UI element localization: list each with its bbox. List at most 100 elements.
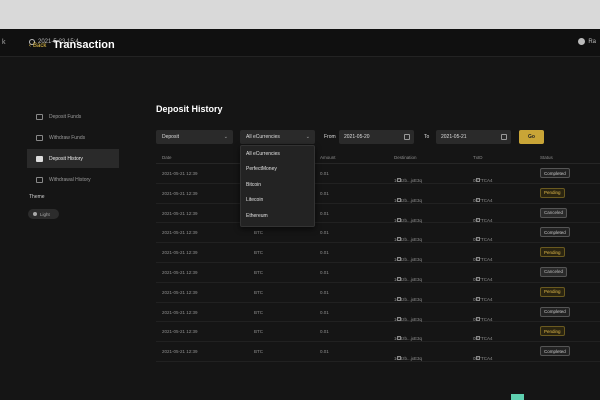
- copy-icon[interactable]: [397, 197, 401, 202]
- copy-icon[interactable]: [397, 237, 401, 242]
- chevron-down-icon: ⌄: [223, 134, 228, 140]
- table-header: Date Amount Destination TxID Status: [156, 152, 600, 164]
- table-row: 2021-05-21 12:39 BTC 0.01 1C3zb...jxE3q 0FTT…: [156, 322, 600, 343]
- currency-option[interactable]: Bitcoin: [241, 177, 314, 193]
- copy-icon[interactable]: [397, 336, 401, 341]
- table-row: 2021-05-21 12:39 BTC 0.01 1C3zb...jxE3q 0FTT…: [156, 263, 600, 283]
- status-badge: Pending: [540, 286, 565, 297]
- currency-option[interactable]: Ethereum: [241, 208, 314, 224]
- cell-date: 2021-05-21 12:39: [162, 269, 198, 275]
- app-window: k 2021-5-23 15:4 Ra ‹ Back Transaction D…: [0, 29, 600, 400]
- copy-icon[interactable]: [476, 356, 480, 361]
- to-date-input[interactable]: 2021-05-21: [436, 130, 511, 144]
- cell-amount: 0.01: [320, 171, 329, 176]
- chevron-down-icon: ⌄: [305, 134, 310, 140]
- cell-amount: 0.01: [320, 230, 329, 236]
- type-select-value: Deposit: [162, 134, 179, 140]
- history-icon: [36, 155, 43, 162]
- table-row: 2021-05-21 12:39 BTC 0.01 1C3zb...jxE3q 0FTT…: [156, 243, 600, 263]
- copy-icon[interactable]: [476, 276, 480, 281]
- copy-icon[interactable]: [397, 316, 401, 321]
- corner-chip: [511, 394, 524, 400]
- copy-icon[interactable]: [476, 296, 480, 301]
- from-date-value: 2021-05-20: [344, 134, 370, 140]
- sidebar-item-label: Deposit Funds: [49, 113, 82, 120]
- copy-icon[interactable]: [476, 217, 480, 222]
- withdraw-history-icon: [36, 176, 43, 183]
- header-destination: Destination: [394, 155, 417, 160]
- cell-date: 2021-05-21 12:39: [162, 289, 198, 295]
- header-txid: TxID: [473, 155, 483, 160]
- status-badge: Pending: [540, 247, 565, 258]
- calendar-icon[interactable]: [404, 134, 410, 140]
- from-date-input[interactable]: 2021-05-20: [339, 130, 414, 144]
- cell-date: 2021-05-21 12:39: [162, 250, 198, 256]
- cell-amount: 0.01: [320, 190, 329, 196]
- go-button[interactable]: Go: [519, 130, 544, 144]
- sidebar: Deposit Funds Withdraw Funds Deposit His…: [27, 107, 119, 191]
- deposit-table: Date Amount Destination TxID Status 2021…: [156, 152, 600, 362]
- header-amount: Amount: [320, 155, 336, 160]
- currency-dropdown: All eCurrencies PerfectMoney Bitcoin Lit…: [240, 145, 315, 227]
- copy-icon[interactable]: [476, 237, 480, 242]
- to-date-value: 2021-05-21: [441, 134, 467, 140]
- copy-icon[interactable]: [397, 217, 401, 222]
- theme-toggle[interactable]: Light: [28, 209, 59, 219]
- currency-option[interactable]: PerfectMoney: [241, 162, 314, 178]
- cell-currency: BTC: [254, 250, 263, 256]
- type-select[interactable]: Deposit ⌄: [156, 130, 233, 144]
- cell-date: 2021-05-21 12:39: [162, 349, 198, 355]
- status-badge: Completed: [540, 227, 570, 238]
- currency-select-value: All eCurrencies: [246, 134, 280, 140]
- table-row: 2021-05-21 12:39 0.01 1C3zb...jxE3q 0FTTCA4…: [156, 164, 600, 184]
- sun-icon: [33, 212, 37, 216]
- copy-icon[interactable]: [476, 316, 480, 321]
- currency-option[interactable]: All eCurrencies: [241, 146, 314, 162]
- table-row: 2021-05-21 12:39 0.01 1C3zb...jxE3q 0FTTCA4…: [156, 204, 600, 224]
- currency-option[interactable]: Litecoin: [241, 193, 314, 209]
- sidebar-item-withdrawal-history[interactable]: Withdrawal History: [27, 170, 119, 189]
- calendar-icon[interactable]: [501, 134, 507, 140]
- cell-date: 2021-05-21 12:39: [162, 230, 198, 236]
- user-menu[interactable]: Ra: [578, 38, 596, 45]
- status-badge: Canceled: [540, 266, 568, 277]
- back-label: Back: [33, 43, 47, 49]
- cell-amount: 0.01: [320, 329, 329, 335]
- currency-select[interactable]: All eCurrencies ⌄: [240, 130, 315, 144]
- cell-date: 2021-05-21 12:39: [162, 329, 198, 335]
- chevron-left-icon: ‹: [29, 43, 31, 49]
- status-badge: Pending: [540, 187, 565, 198]
- left-edge-glyph: k: [2, 39, 6, 46]
- cell-date: 2021-05-21 12:39: [162, 171, 198, 176]
- cell-amount: 0.01: [320, 309, 329, 315]
- header-status: Status: [540, 155, 553, 160]
- cell-amount: 0.01: [320, 250, 329, 256]
- table-row: 2021-05-21 12:39 BTC 0.01 1C3zb...jxE3q 0FTT…: [156, 283, 600, 303]
- copy-icon[interactable]: [397, 296, 401, 301]
- cell-date: 2021-05-21 12:39: [162, 190, 198, 196]
- avatar: [578, 38, 586, 45]
- back-button[interactable]: ‹ Back: [29, 43, 46, 49]
- cell-currency: BTC: [254, 230, 263, 236]
- withdraw-icon: [36, 134, 43, 141]
- cell-currency: BTC: [254, 349, 263, 355]
- sidebar-item-deposit-history[interactable]: Deposit History: [27, 149, 119, 168]
- table-row: 2021-05-21 12:39 BTC 0.01 1C3zb...jxE3q 0FTT…: [156, 342, 600, 362]
- sidebar-item-label: Deposit History: [49, 155, 83, 162]
- copy-icon[interactable]: [397, 356, 401, 361]
- copy-icon[interactable]: [476, 178, 480, 182]
- copy-icon[interactable]: [397, 257, 401, 262]
- table-row: 2021-05-21 12:39 BTC 0.01 1C3zb...jxE3q 0FTT…: [156, 303, 600, 323]
- status-badge: Completed: [540, 306, 570, 317]
- cell-currency: BTC: [254, 269, 263, 275]
- cell-currency: BTC: [254, 289, 263, 295]
- copy-icon[interactable]: [476, 257, 480, 262]
- copy-icon[interactable]: [397, 276, 401, 281]
- copy-icon[interactable]: [476, 197, 480, 202]
- sidebar-item-deposit-funds[interactable]: Deposit Funds: [27, 107, 119, 126]
- sidebar-item-withdraw-funds[interactable]: Withdraw Funds: [27, 128, 119, 147]
- section-title: Deposit History: [156, 104, 223, 114]
- copy-icon[interactable]: [476, 336, 480, 341]
- copy-icon[interactable]: [397, 178, 401, 182]
- cell-amount: 0.01: [320, 269, 329, 275]
